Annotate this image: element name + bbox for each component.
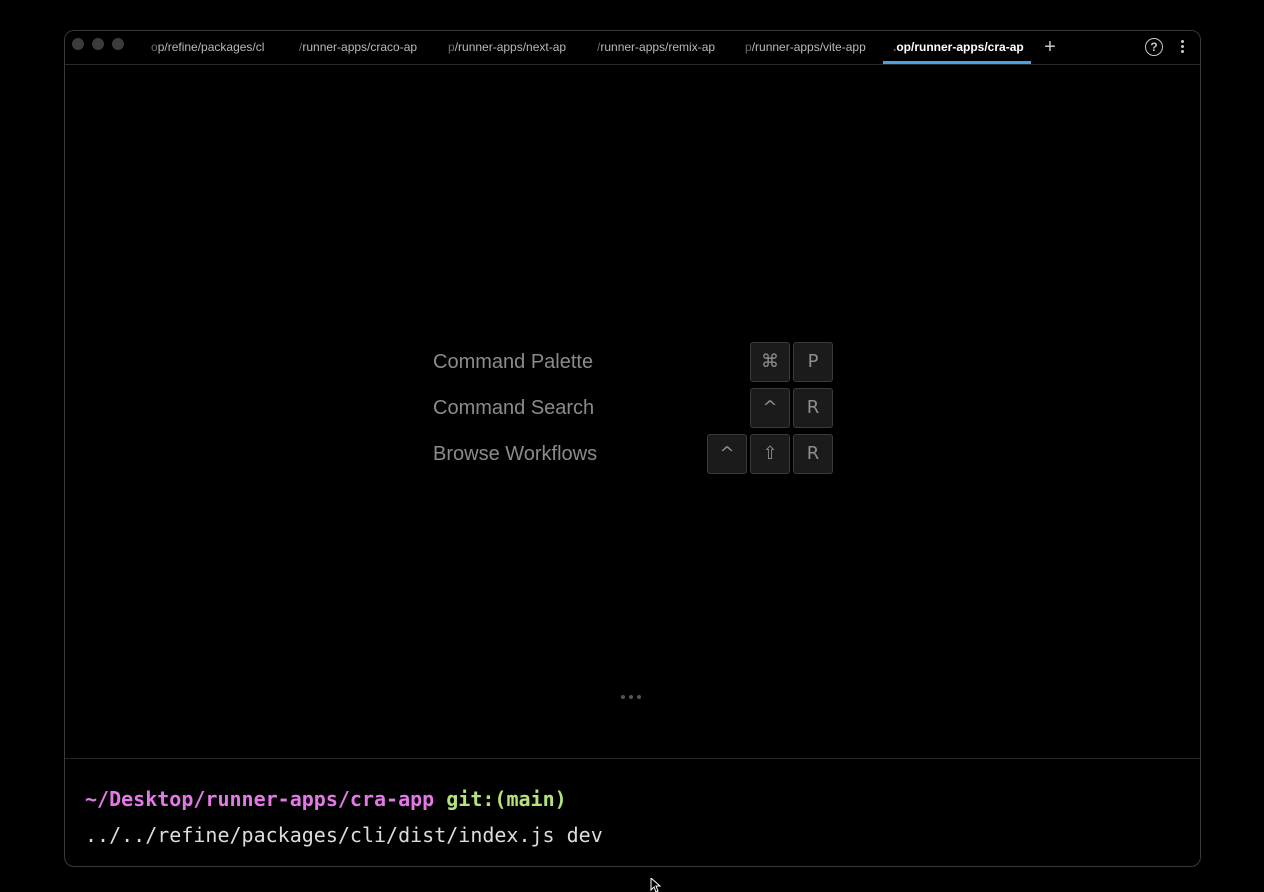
tab-label: p/refine/packages/cl <box>157 40 265 54</box>
key-r: R <box>793 388 833 428</box>
tab-label: /runner-apps/next-ap <box>454 40 567 54</box>
tab-label: op/runner-apps/cra-ap <box>896 40 1024 54</box>
tab-cra-app[interactable]: .op/runner-apps/cra-ap <box>883 31 1031 64</box>
tab-label-fade: p <box>745 40 752 54</box>
plus-icon[interactable]: + <box>1038 36 1062 60</box>
mouse-cursor-icon <box>650 878 662 892</box>
maximize-window-button[interactable] <box>112 38 124 50</box>
kebab-menu-icon[interactable] <box>1179 38 1185 56</box>
key-cmd: ⌘ <box>750 342 790 382</box>
shortcut-label-command-palette: Command Palette <box>433 351 594 373</box>
close-window-button[interactable] <box>72 38 84 50</box>
tab-next-app[interactable]: p/runner-apps/next-ap <box>448 31 572 64</box>
shortcut-label-browse-workflows: Browse Workflows <box>433 443 598 465</box>
tab-vite-app[interactable]: p/runner-apps/vite-app <box>745 31 871 64</box>
shell-prompt: ~/Desktop/runner-apps/cra-app git:(main) <box>85 787 567 811</box>
key-r: R <box>793 434 833 474</box>
tab-craco-app[interactable]: /runner-apps/craco-ap <box>299 31 423 64</box>
shortcut-label-command-search: Command Search <box>433 397 595 419</box>
help-icon[interactable]: ? <box>1145 38 1163 56</box>
key-ctrl: ^ <box>750 388 790 428</box>
key-shift: ⇧ <box>750 434 790 474</box>
tab-label: /runner-apps/vite-app <box>751 40 866 54</box>
key-p: P <box>793 342 833 382</box>
tab-label-fade: p <box>448 40 455 54</box>
tab-refine-packages[interactable]: op/refine/packages/cl <box>151 31 275 64</box>
tab-label: runner-apps/remix-ap <box>600 40 716 54</box>
command-input[interactable]: ../../refine/packages/cli/dist/index.js … <box>85 823 603 847</box>
prompt-git-branch: git:(main) <box>446 787 567 811</box>
pane-divider <box>65 758 1200 759</box>
tab-remix-app[interactable]: /runner-apps/remix-ap <box>597 31 721 64</box>
resize-handle[interactable] <box>621 686 645 704</box>
minimize-window-button[interactable] <box>92 38 104 50</box>
tab-bar: op/refine/packages/cl /runner-apps/craco… <box>65 31 1200 65</box>
tab-label-fade: o <box>151 40 158 54</box>
key-ctrl: ^ <box>707 434 747 474</box>
prompt-path: ~/Desktop/runner-apps/cra-app <box>85 787 435 811</box>
terminal-window: op/refine/packages/cl /runner-apps/craco… <box>64 30 1201 867</box>
tab-label: runner-apps/craco-ap <box>302 40 418 54</box>
